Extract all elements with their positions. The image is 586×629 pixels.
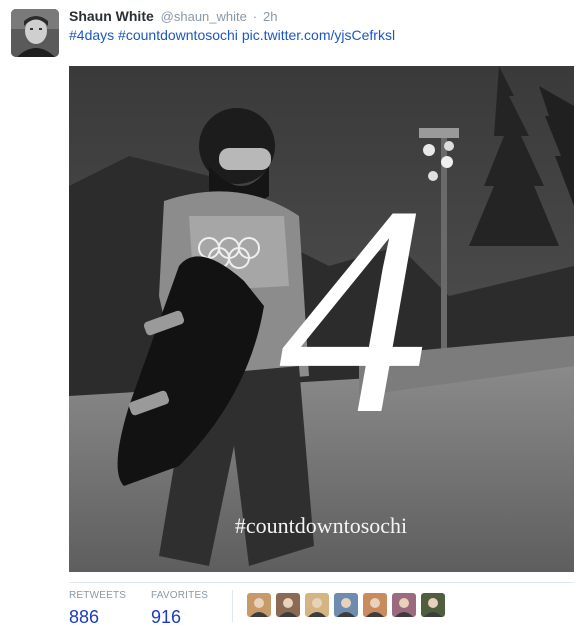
favoriter-avatar-6[interactable] — [392, 593, 416, 617]
stats-separator — [232, 590, 233, 622]
tweet-timestamp[interactable]: 2h — [263, 9, 277, 24]
favoriter-avatar-3[interactable] — [305, 593, 329, 617]
hashtag-4days[interactable]: #4days — [69, 27, 114, 43]
stats-divider — [69, 582, 574, 583]
favorites-stat[interactable]: FAVORITES 916 — [151, 590, 208, 628]
favorites-count[interactable]: 916 — [151, 606, 208, 628]
hashtag-countdowntosochi[interactable]: #countdowntosochi — [118, 27, 238, 43]
favoriter-avatar-4[interactable] — [334, 593, 358, 617]
tweet: Shaun White @shaun_white · 2h #4days #co… — [0, 0, 586, 629]
author-handle[interactable]: @shaun_white — [161, 9, 247, 24]
author-avatar[interactable] — [11, 9, 59, 57]
favoriter-avatar-2[interactable] — [276, 593, 300, 617]
media-link[interactable]: pic.twitter.com/yjsCefrksl — [242, 27, 395, 43]
tweet-photo[interactable]: 4 #countdowntosochi — [69, 66, 574, 572]
favoriter-avatar-1[interactable] — [247, 593, 271, 617]
favoriter-avatar-5[interactable] — [363, 593, 387, 617]
retweets-label: RETWEETS — [69, 590, 127, 601]
tweet-text: #4days #countdowntosochi pic.twitter.com… — [69, 26, 395, 44]
favoriters-facepile — [247, 593, 445, 617]
retweets-count[interactable]: 886 — [69, 606, 126, 628]
favorites-label: FAVORITES — [151, 590, 209, 601]
time-separator: · — [252, 9, 258, 24]
photo-numeral-overlay: 4 — [279, 144, 429, 476]
favoriter-avatar-7[interactable] — [421, 593, 445, 617]
tweet-header: Shaun White @shaun_white · 2h — [69, 7, 277, 26]
retweets-stat[interactable]: RETWEETS 886 — [69, 590, 126, 628]
photo-hashtag-overlay: #countdowntosochi — [235, 513, 407, 538]
author-name[interactable]: Shaun White — [69, 8, 154, 24]
